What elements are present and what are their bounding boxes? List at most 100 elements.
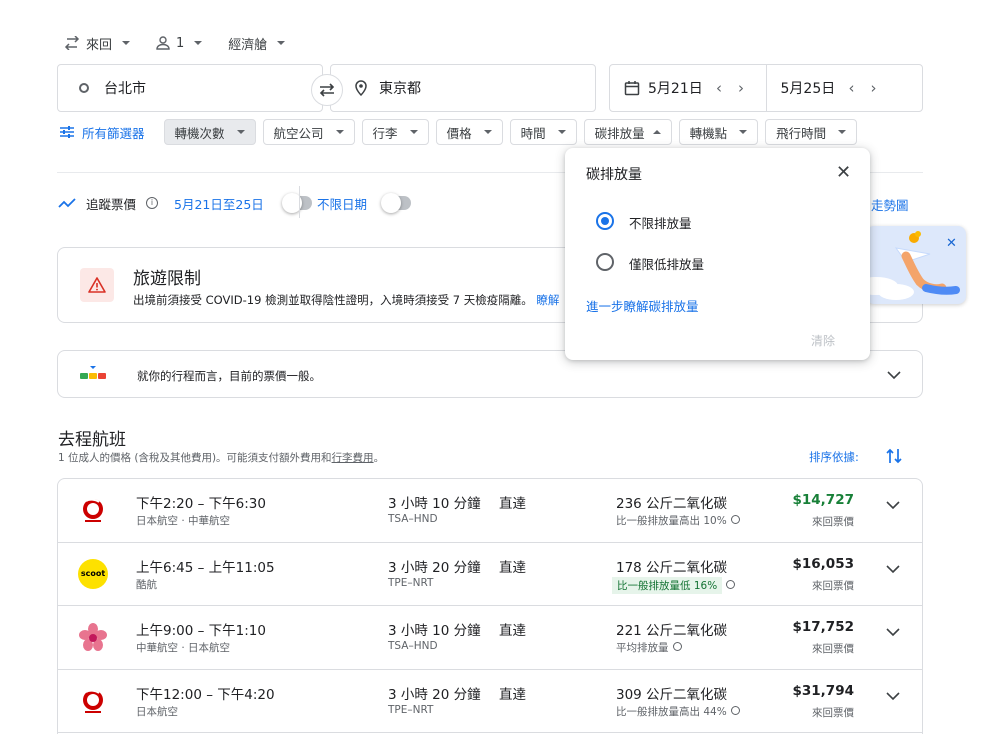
flight-time: 上午9:00 – 下午1:10 (136, 623, 266, 639)
co2-note-text: 比一般排放量高出 44% (616, 705, 727, 718)
vertical-separator (299, 186, 300, 218)
flight-stops: 直達 (499, 623, 526, 639)
passengers-select[interactable]: 1 (156, 36, 203, 51)
chevron-down-icon[interactable] (886, 564, 900, 574)
flight-airline: 日本航空 · 中華航空 (136, 515, 231, 527)
return-date-field[interactable]: 5月25日 週三 ‹ › (765, 65, 923, 111)
filter-airlines[interactable]: 航空公司 (262, 119, 355, 145)
flight-row[interactable]: scoot 上午6:45 – 上午11:05 酷航 3 小時 20 分鐘 TPE… (58, 543, 922, 606)
chevron-down-icon[interactable] (887, 371, 901, 380)
info-icon[interactable] (730, 705, 740, 715)
trip-type-select[interactable]: 來回 (64, 34, 131, 53)
trending-icon (58, 198, 76, 208)
depart-date-field[interactable]: 5月21日 週六 ‹ › (610, 65, 766, 111)
info-icon[interactable] (730, 515, 740, 524)
close-icon[interactable]: ✕ (946, 236, 957, 251)
location-pin-icon (355, 80, 367, 96)
option-any-emissions-label[interactable]: 不限排放量 (629, 213, 692, 232)
cabin-label: 經濟艙 (228, 37, 268, 53)
restriction-text: 出境前須接受 COVID-19 檢測並取得陰性證明，入境時須接受 7 天檢疫隔離… (133, 293, 533, 307)
flight-time: 下午2:20 – 下午6:30 (136, 496, 266, 512)
flight-co2: 236 公斤二氧化碳 (616, 496, 728, 512)
flight-route: TSA–HND (388, 640, 438, 652)
chevron-down-icon (122, 41, 131, 45)
bag-fees-link[interactable]: 行李費用 (332, 452, 374, 464)
cabin-select[interactable]: 經濟艙 (228, 34, 286, 53)
warning-icon (88, 277, 106, 293)
track-dates-toggle[interactable] (281, 193, 312, 213)
destination-input[interactable]: 東京都 (330, 64, 596, 112)
price-level-icon (80, 366, 106, 379)
filter-times[interactable]: 時間 (509, 119, 577, 145)
promo-card[interactable]: ✕ (866, 226, 966, 304)
popup-title: 碳排放量 (586, 167, 642, 183)
origin-input[interactable]: 台北市 (57, 64, 323, 112)
calendar-icon (624, 81, 640, 96)
filter-bags[interactable]: 行李 (361, 119, 429, 145)
clear-button[interactable]: 清除 (811, 332, 835, 349)
price-graph-link[interactable]: 走勢圖 (871, 195, 909, 214)
info-icon[interactable]: i (146, 197, 159, 209)
flight-row[interactable]: 下午12:00 – 下午4:20 日本航空 3 小時 20 分鐘 TPE–NRT… (58, 670, 922, 733)
chevron-left-icon[interactable]: ‹ (712, 79, 726, 97)
flight-co2-note: 比一般排放量高出 44% (616, 704, 740, 719)
scoot-logo-icon: scoot (78, 558, 108, 589)
date-range-input: 5月21日 週六 ‹ › 5月25日 週三 ‹ › (609, 64, 923, 112)
learn-emissions-link[interactable]: 進一步瞭解碳排放量 (586, 296, 699, 315)
flight-airline: 日本航空 (136, 705, 178, 718)
filter-stops[interactable]: 轉機次數 (163, 119, 256, 145)
price-tracking-row: 追蹤票價 i 5月21日至25日 (58, 192, 312, 214)
radio-low-emissions[interactable] (596, 253, 614, 271)
filter-duration[interactable]: 飛行時間 (765, 119, 858, 145)
flight-row[interactable]: 下午2:20 – 下午6:30 日本航空 · 中華航空 3 小時 10 分鐘 T… (58, 479, 922, 543)
flight-duration: 3 小時 20 分鐘 (388, 686, 481, 703)
chevron-down-icon (409, 130, 418, 134)
flight-co2-note: 平均排放量 (616, 640, 682, 655)
co2-note-text: 比一般排放量低 16% (617, 579, 718, 592)
chip-label: 轉機點 (689, 125, 728, 141)
option-low-emissions-label[interactable]: 僅限低排放量 (629, 254, 704, 273)
flight-row[interactable]: 上午9:00 – 下午1:10 中華航空 · 日本航空 3 小時 10 分鐘 T… (58, 606, 922, 670)
radio-any-emissions[interactable] (596, 212, 614, 230)
info-icon[interactable] (672, 642, 682, 651)
flight-price: $31,794 (792, 682, 855, 699)
china-airlines-logo-icon (78, 622, 108, 652)
flight-duration: 3 小時 20 分鐘 (388, 559, 481, 576)
close-icon[interactable]: ✕ (836, 162, 851, 183)
chevron-down-icon[interactable] (886, 628, 900, 637)
chevron-down-icon[interactable] (886, 501, 900, 510)
trip-type-label: 來回 (86, 37, 113, 53)
chevron-down-icon (335, 130, 344, 134)
swap-locations-button[interactable] (311, 74, 343, 106)
filter-price[interactable]: 價格 (435, 119, 503, 145)
flight-price: $17,752 (792, 619, 855, 635)
scoot-logo-text: scoot (78, 558, 108, 589)
chevron-down-icon[interactable] (886, 691, 900, 701)
any-dates-toggle[interactable] (381, 193, 412, 213)
chip-label: 價格 (446, 125, 472, 141)
chevron-right-icon[interactable]: › (734, 79, 748, 97)
chevron-right-icon[interactable]: › (867, 79, 881, 97)
learn-more-link[interactable]: 瞭解 (536, 293, 559, 307)
any-dates-label: 不限日期 (317, 196, 368, 212)
filter-emissions[interactable]: 碳排放量 (583, 119, 672, 145)
flight-price: $16,053 (792, 555, 855, 572)
warning-box (80, 268, 114, 302)
emissions-filter-popup: 碳排放量 ✕ 不限排放量 僅限低排放量 進一步瞭解碳排放量 清除 (565, 148, 870, 360)
return-date-value: 5月25日 週三 (780, 81, 837, 97)
swap-arrows-icon (64, 36, 80, 50)
flight-stops: 直達 (499, 496, 526, 512)
price-insight-message: 就你的行程而言，目前的票價一般。 (137, 369, 321, 383)
sort-by-button[interactable]: 排序依據: (809, 449, 859, 465)
chevron-left-icon[interactable]: ‹ (845, 79, 859, 97)
info-icon[interactable] (726, 579, 735, 589)
chip-label: 時間 (520, 125, 546, 141)
chip-label: 行李 (372, 125, 398, 141)
track-date-range: 5月21日至25日 (174, 196, 264, 212)
subtitle-suffix: 。 (373, 452, 385, 464)
tune-icon (60, 126, 74, 138)
chevron-down-icon (483, 130, 492, 134)
sort-icon[interactable] (886, 447, 902, 465)
all-filters-button[interactable]: 所有篩選器 (60, 123, 145, 142)
filter-connecting-airports[interactable]: 轉機點 (678, 119, 759, 145)
